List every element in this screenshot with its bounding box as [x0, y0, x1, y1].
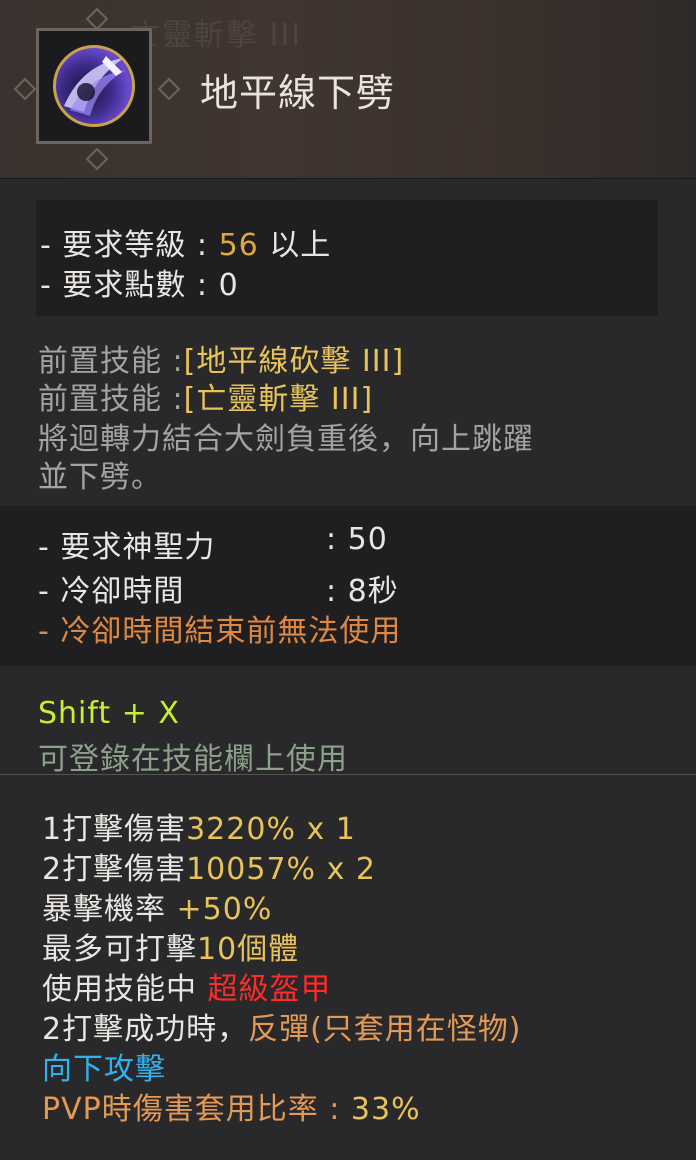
- crit-value: +50%: [176, 892, 273, 927]
- crit-label: 暴擊機率: [42, 892, 166, 927]
- super-armor-label: 使用技能中: [42, 972, 197, 1007]
- max-targets-label: 最多可打擊: [42, 932, 197, 967]
- frame-ornament-top: [85, 7, 109, 31]
- required-level-value: 56: [218, 228, 259, 263]
- required-points-value: 0: [218, 268, 239, 303]
- required-points-label: - 要求點數 :: [40, 268, 209, 303]
- hotkey-shortcut: Shift + X: [38, 696, 180, 731]
- hit-2-value: 10057% x 2: [186, 852, 376, 887]
- down-attack-tag: 向下攻擊: [42, 1052, 166, 1087]
- hit-2-damage-row: 2打擊傷害10057% x 2: [42, 844, 376, 888]
- cost-panel: - 要求神聖力 : 50 - 冷卻時間 : 8秒 - 冷卻時間結束前無法使用: [0, 506, 696, 666]
- prereq-2-label: 前置技能 :: [38, 382, 184, 417]
- frame-ornament-right: [157, 77, 181, 101]
- tooltip-header: 亡靈斬擊 III 地平線下劈: [0, 0, 696, 179]
- frame-ornament-left: [13, 77, 37, 101]
- cooldown-value: : 8秒: [326, 574, 399, 609]
- bounce-row: 2打擊成功時，反彈(只套用在怪物): [42, 1004, 522, 1048]
- hit-1-damage-row: 1打擊傷害3220% x 1: [42, 804, 356, 848]
- sword-slash-skill-icon: [53, 45, 135, 127]
- max-targets-row: 最多可打擊10個體: [42, 924, 299, 968]
- prereq-2-skill: [亡靈斬擊 III]: [183, 382, 374, 417]
- divine-power-value: : 50: [326, 522, 388, 557]
- header-ghost-text: 亡靈斬擊 III: [130, 18, 303, 53]
- hit-2-label: 2打擊傷害: [42, 852, 187, 887]
- super-armor-value: 超級盔甲: [207, 972, 332, 1007]
- cooldown-note: - 冷卻時間結束前無法使用: [38, 614, 402, 649]
- required-points-row: - 要求點數 : 0: [40, 260, 239, 304]
- bounce-value: 反彈(只套用在怪物): [248, 1012, 522, 1047]
- section-divider: [0, 774, 696, 775]
- divine-power-label: - 要求神聖力: [38, 530, 216, 565]
- required-level-label: - 要求等級 :: [40, 228, 209, 263]
- max-targets-value: 10個體: [197, 932, 300, 967]
- hotkey-note: 可登錄在技能欄上使用: [38, 742, 348, 777]
- pvp-ratio-label: PVP時傷害套用比率 :: [42, 1092, 341, 1127]
- skill-icon-frame: [13, 7, 181, 171]
- hit-1-value: 3220% x 1: [186, 812, 356, 847]
- frame-ornament-bottom: [85, 147, 109, 171]
- pvp-ratio-row: PVP時傷害套用比率 : 33%: [42, 1084, 421, 1128]
- skill-tooltip: 亡靈斬擊 III 地平線下劈 - 要求等級 : 56 以上 - 要求點數: 0…: [0, 0, 696, 1160]
- cooldown-label: - 冷卻時間: [38, 574, 185, 609]
- required-level-row: - 要求等級 : 56 以上: [40, 220, 331, 264]
- required-level-suffix: 以上: [269, 228, 332, 263]
- prereq-row-2: 前置技能 :[亡靈斬擊 III]: [38, 374, 373, 418]
- description-line-2: 並下劈。: [38, 460, 162, 495]
- pvp-ratio-value: 33%: [350, 1092, 421, 1127]
- hit-1-label: 1打擊傷害: [42, 812, 187, 847]
- super-armor-row: 使用技能中 超級盔甲: [42, 964, 332, 1008]
- bounce-label: 2打擊成功時，: [42, 1012, 249, 1047]
- skill-title: 地平線下劈: [200, 71, 396, 115]
- crit-chance-row: 暴擊機率 +50%: [42, 884, 272, 928]
- requirements-panel: - 要求等級 : 56 以上 - 要求點數 : 0: [36, 200, 658, 316]
